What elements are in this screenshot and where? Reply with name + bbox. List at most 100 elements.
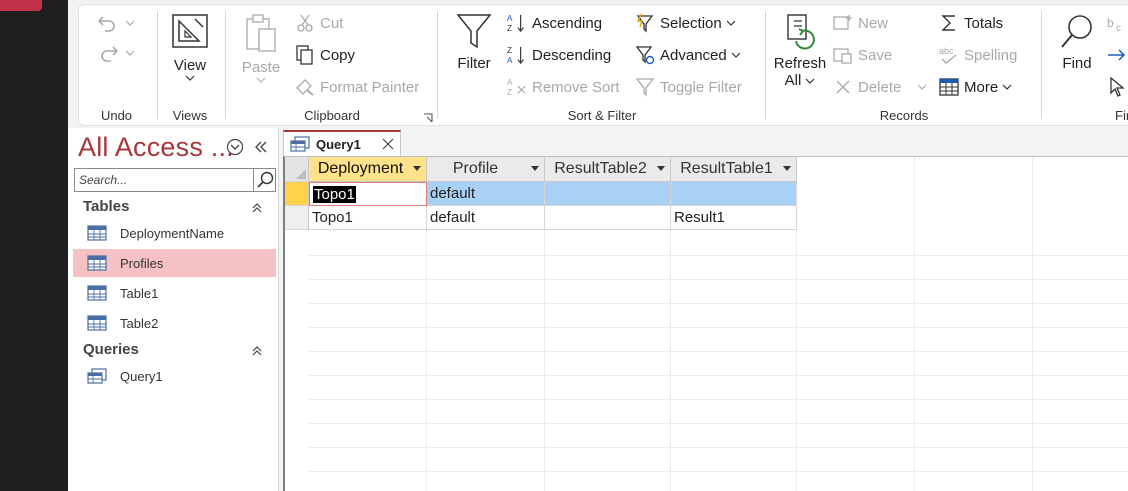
nav-query-query1[interactable]: Query1 xyxy=(73,362,276,390)
new-record-button[interactable]: New xyxy=(833,13,888,33)
nav-table-deploymentname[interactable]: DeploymentName xyxy=(73,219,276,247)
replace-button[interactable]: bc xyxy=(1107,13,1128,33)
nav-table-table1[interactable]: Table1 xyxy=(73,279,276,307)
column-header-resulttable2[interactable]: ResultTable2 xyxy=(545,157,671,182)
row-selector[interactable] xyxy=(285,206,309,230)
queries-section-header[interactable]: Queries xyxy=(83,341,139,358)
ascending-button[interactable]: AZ Ascending xyxy=(507,13,602,33)
nav-pane-title[interactable]: All Access ... xyxy=(78,132,234,163)
paste-label: Paste xyxy=(241,59,281,76)
collapse-pane-icon[interactable] xyxy=(252,138,270,156)
table-cell-resulttable1[interactable] xyxy=(671,182,797,206)
toggle-filter-label: Toggle Filter xyxy=(660,78,742,96)
paste-button[interactable]: Paste xyxy=(241,13,281,84)
nav-table-profiles[interactable]: Profiles xyxy=(73,249,276,277)
save-record-button[interactable]: Save xyxy=(833,45,892,65)
find-group: Find bc Fin xyxy=(1043,5,1128,127)
svg-text:Z: Z xyxy=(507,46,512,55)
tables-section-header[interactable]: Tables xyxy=(83,198,129,215)
view-design-icon xyxy=(172,14,208,48)
grid-line xyxy=(914,157,915,491)
spelling-button[interactable]: abc Spelling xyxy=(939,45,1017,65)
separator xyxy=(225,11,226,119)
left-strip xyxy=(0,0,68,491)
arrow-right-icon xyxy=(1107,45,1127,65)
column-header-deployment[interactable]: Deployment xyxy=(309,157,427,182)
totals-button[interactable]: Totals xyxy=(939,13,1003,33)
nav-search-button[interactable] xyxy=(254,168,276,192)
svg-text:A: A xyxy=(507,56,513,65)
chevron-down-icon xyxy=(805,78,815,84)
more-button[interactable]: More xyxy=(939,77,1012,97)
double-chevron-up-icon[interactable] xyxy=(251,345,263,357)
find-label: Find xyxy=(1062,55,1092,72)
nav-item-label: Query1 xyxy=(120,368,163,384)
double-chevron-up-icon[interactable] xyxy=(251,202,263,214)
chevron-down-icon xyxy=(726,20,736,26)
records-group-label: Records xyxy=(879,108,929,123)
cut-button[interactable]: Cut xyxy=(295,13,343,33)
format-painter-button[interactable]: Format Painter xyxy=(295,77,419,97)
sigma-icon xyxy=(939,13,959,33)
nav-search-input[interactable]: Search... xyxy=(74,168,254,192)
navigation-pane: All Access ... Search... Tables Deployme… xyxy=(68,128,279,491)
select-button[interactable] xyxy=(1107,77,1128,97)
grid-line xyxy=(309,327,1128,328)
redo-button[interactable] xyxy=(97,43,135,63)
new-label: New xyxy=(858,14,889,32)
remove-sort-button[interactable]: AZ Remove Sort xyxy=(507,77,620,97)
window-accent xyxy=(0,0,42,11)
format-painter-label: Format Painter xyxy=(320,78,420,96)
tab-query1[interactable]: Query1 xyxy=(283,130,401,156)
dropdown-arrow-icon[interactable] xyxy=(657,166,665,172)
table-cell-resulttable2[interactable] xyxy=(545,206,671,230)
datasheet-grid: Deployment Profile ResultTable2 ResultTa… xyxy=(283,156,1128,491)
table-cell-resulttable1[interactable]: Result1 xyxy=(671,206,797,230)
row-selector-current[interactable] xyxy=(285,182,309,206)
column-header-label: Profile xyxy=(452,160,499,177)
view-button[interactable]: View xyxy=(169,13,211,82)
sort-filter-group-label: Sort & Filter xyxy=(567,108,637,123)
table-cell-profile[interactable]: default xyxy=(427,206,545,230)
toggle-filter-button[interactable]: Toggle Filter xyxy=(635,77,742,97)
delete-record-button[interactable]: Delete xyxy=(833,77,927,97)
grid-line xyxy=(309,255,1128,256)
nav-item-label: DeploymentName xyxy=(120,225,225,241)
go-to-button[interactable] xyxy=(1107,45,1128,65)
descending-button[interactable]: ZA Descending xyxy=(507,45,611,65)
dialog-launcher-icon[interactable] xyxy=(423,113,433,123)
selection-button[interactable]: Selection xyxy=(635,13,736,33)
table-cell-resulttable2[interactable] xyxy=(545,182,671,206)
dropdown-arrow-icon[interactable] xyxy=(413,166,421,172)
close-icon[interactable] xyxy=(382,138,394,150)
svg-text:Z: Z xyxy=(507,88,512,97)
save-record-icon xyxy=(833,45,853,65)
nav-table-table2[interactable]: Table2 xyxy=(73,309,276,337)
advanced-button[interactable]: Advanced xyxy=(635,45,741,65)
filter-button[interactable]: Filter xyxy=(453,13,495,72)
grid-more-icon xyxy=(939,77,959,97)
query-icon xyxy=(290,136,310,152)
table-cell-deployment[interactable]: Topo1 xyxy=(309,182,427,206)
find-button[interactable]: Find xyxy=(1057,13,1097,72)
funnel-icon xyxy=(456,14,492,49)
column-header-resulttable1[interactable]: ResultTable1 xyxy=(671,157,797,182)
undo-button[interactable] xyxy=(97,13,135,33)
sort-filter-group: Filter AZ Ascending ZA Descending AZ Rem… xyxy=(439,5,765,127)
table-cell-profile[interactable]: default xyxy=(427,182,545,206)
views-group-label: Views xyxy=(172,108,208,123)
table-cell-deployment[interactable]: Topo1 xyxy=(309,206,427,230)
dropdown-arrow-icon[interactable] xyxy=(531,166,539,172)
chevron-down-icon xyxy=(125,20,135,26)
query-icon xyxy=(87,368,107,384)
column-header-profile[interactable]: Profile xyxy=(427,157,545,182)
copy-button[interactable]: Copy xyxy=(295,45,355,65)
select-all-corner[interactable] xyxy=(285,157,309,182)
remove-sort-label: Remove Sort xyxy=(532,78,620,96)
refresh-icon xyxy=(787,14,815,50)
refresh-all-button[interactable]: Refresh All xyxy=(773,13,827,89)
dropdown-arrow-icon[interactable] xyxy=(783,166,791,172)
nav-menu-icon[interactable] xyxy=(226,138,244,156)
refresh-all-label: All xyxy=(784,72,802,89)
ribbon: Undo View Views Paste Cut Copy Format Pa… xyxy=(78,4,1128,126)
